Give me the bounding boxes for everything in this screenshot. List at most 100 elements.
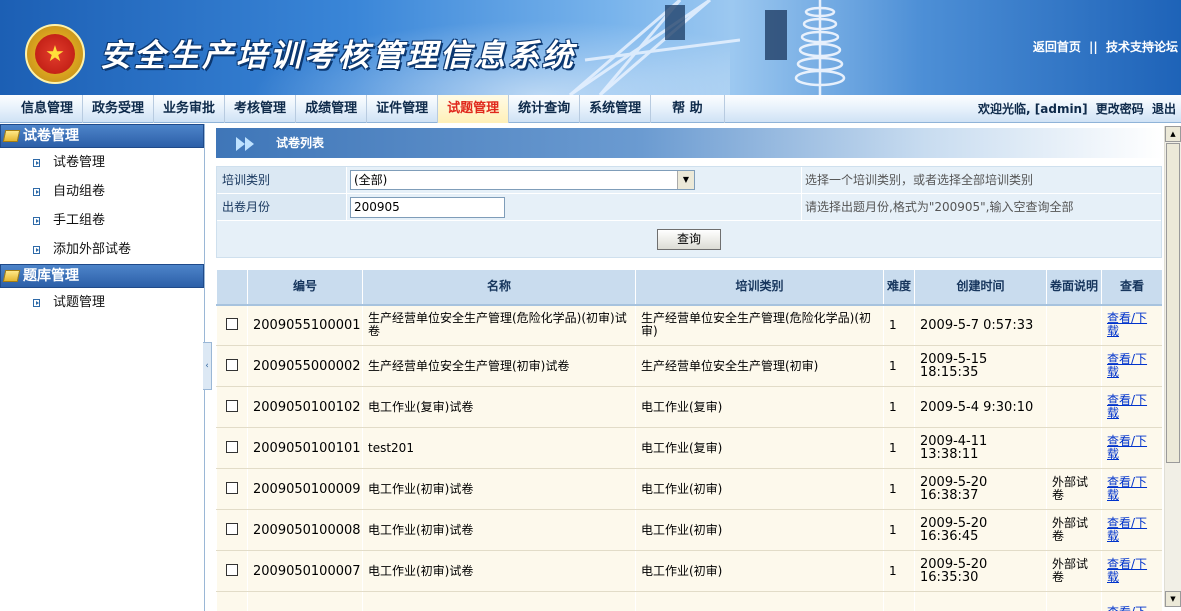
scroll-down-icon[interactable]: ▼ — [1165, 591, 1181, 607]
support-forum-link[interactable]: 技术支持论坛 — [1106, 40, 1178, 54]
cell-id: 2009050100007 — [247, 550, 363, 592]
table-body: 2009055100001 生产经营单位安全生产管理(危险化学品)(初审)试卷 生产… — [216, 304, 1162, 611]
table-row: 2009050100007 电工作业(初审)试卷 电工作业(初审) 1 2009-5-2… — [216, 550, 1162, 592]
menu-exam-management[interactable]: 考核管理 — [225, 95, 297, 123]
paper-table-wrap: 编号 名称 培训类别 难度 创建时间 卷面说明 查看 2009055100001… — [216, 269, 1162, 611]
cell-view: 查看/下载 — [1101, 550, 1162, 592]
view-download-link[interactable]: 查看/下载 — [1107, 516, 1147, 543]
category-hint: 选择一个培训类别，或者选择全部培训类别 — [805, 173, 1034, 187]
panel-title: 试卷列表 — [276, 136, 325, 150]
cell-note: 外部试卷 — [1046, 468, 1102, 510]
bullet-arrow-icon — [33, 299, 40, 307]
view-download-link[interactable]: 查看/下载 — [1107, 475, 1147, 502]
sidebar-item-add-external-paper[interactable]: 添加外部试卷 — [0, 235, 204, 264]
cell-difficulty: 1 — [883, 304, 915, 346]
cell-note — [1046, 386, 1102, 428]
row-checkbox[interactable] — [226, 358, 238, 371]
header-view: 查看 — [1101, 269, 1162, 306]
book-icon — [2, 270, 21, 282]
header-created: 创建时间 — [914, 269, 1047, 306]
menu-score-management[interactable]: 成绩管理 — [296, 95, 368, 123]
cell-name: test201 — [362, 427, 636, 469]
scrollbar-thumb[interactable] — [1166, 143, 1180, 463]
row-checkbox[interactable] — [226, 440, 238, 453]
cell-id — [247, 591, 363, 611]
month-input[interactable]: 200905 — [350, 197, 505, 218]
change-password-link[interactable]: 更改密码 — [1096, 102, 1144, 116]
cell-view: 查看/下载 — [1101, 304, 1162, 346]
view-download-link[interactable]: 查看/下 — [1107, 605, 1147, 611]
menu-question-management[interactable]: 试题管理 — [438, 95, 510, 123]
vertical-scrollbar[interactable]: ▲ ▼ — [1164, 126, 1181, 607]
row-checkbox[interactable] — [226, 481, 238, 494]
cell-note: 外部试卷 — [1046, 550, 1102, 592]
cell-name: 生产经营单位安全生产管理(危险化学品)(初审)试卷 — [362, 304, 636, 346]
bullet-arrow-icon — [33, 188, 40, 196]
sidebar-item-label: 试题管理 — [53, 295, 106, 310]
row-checkbox-cell — [216, 591, 248, 611]
sidebar-item-question-management[interactable]: 试题管理 — [0, 288, 204, 317]
view-download-link[interactable]: 查看/下载 — [1107, 434, 1147, 461]
cell-difficulty: 1 — [883, 550, 915, 592]
menu-help[interactable]: 帮 助 — [651, 95, 725, 123]
cell-created: 2009-5-4 9:30:10 — [914, 386, 1047, 428]
cell-created: 2009-5-15 18:15:35 — [914, 345, 1047, 387]
sidebar-item-auto-compose[interactable]: 自动组卷 — [0, 177, 204, 206]
menu-info-management[interactable]: 信息管理 — [12, 95, 84, 123]
view-download-link[interactable]: 查看/下载 — [1107, 557, 1147, 584]
sidebar-item-paper-management[interactable]: 试卷管理 — [0, 148, 204, 177]
category-select[interactable]: (全部) ▼ — [350, 170, 695, 190]
row-checkbox[interactable] — [226, 522, 238, 535]
sidebar-item-manual-compose[interactable]: 手工组卷 — [0, 206, 204, 235]
menu-system-management[interactable]: 系统管理 — [580, 95, 652, 123]
view-download-link[interactable]: 查看/下载 — [1107, 393, 1147, 420]
menu-statistics-query[interactable]: 统计查询 — [509, 95, 581, 123]
menu-gov-affairs[interactable]: 政务受理 — [83, 95, 155, 123]
row-checkbox[interactable] — [226, 317, 238, 330]
cell-created — [914, 591, 1047, 611]
cell-name: 生产经营单位安全生产管理(初审)试卷 — [362, 345, 636, 387]
cell-created: 2009-4-11 13:38:11 — [914, 427, 1047, 469]
cell-category — [635, 591, 884, 611]
row-checkbox[interactable] — [226, 399, 238, 412]
sidebar-item-label: 自动组卷 — [53, 184, 106, 199]
bullet-arrow-icon — [33, 246, 40, 254]
cell-category: 电工作业(初审) — [635, 468, 884, 510]
dropdown-arrow-icon[interactable]: ▼ — [677, 171, 694, 189]
sidebar-collapse-handle[interactable]: ‹ — [203, 342, 212, 390]
row-checkbox-cell — [216, 345, 248, 387]
cell-id: 2009050100008 — [247, 509, 363, 551]
cell-category: 电工作业(初审) — [635, 550, 884, 592]
query-button[interactable]: 查询 — [656, 228, 721, 250]
welcome-text: 欢迎光临, [admin] — [978, 102, 1088, 116]
filter-row-month: 出卷月份 200905 请选择出题月份,格式为"200905",输入空查询全部 — [217, 194, 1161, 221]
sidebar-group-paper-management[interactable]: 试卷管理 — [0, 124, 204, 148]
cell-note: 外部试卷 — [1046, 509, 1102, 551]
table-row: 2009050100009 电工作业(初审)试卷 电工作业(初审) 1 2009-5-2… — [216, 468, 1162, 510]
bullet-arrow-icon — [33, 217, 40, 225]
cell-id: 2009050100102 — [247, 386, 363, 428]
cell-difficulty: 1 — [883, 386, 915, 428]
row-checkbox-cell — [216, 386, 248, 428]
cell-name — [362, 591, 636, 611]
menu-certificate-management[interactable]: 证件管理 — [367, 95, 439, 123]
cell-view: 查看/下载 — [1101, 509, 1162, 551]
scroll-up-icon[interactable]: ▲ — [1165, 126, 1181, 142]
sidebar-group-title: 题库管理 — [23, 268, 79, 284]
category-select-value: (全部) — [354, 173, 388, 187]
cell-view: 查看/下载 — [1101, 386, 1162, 428]
cell-created: 2009-5-20 16:35:30 — [914, 550, 1047, 592]
month-label: 出卷月份 — [217, 194, 347, 220]
view-download-link[interactable]: 查看/下载 — [1107, 352, 1147, 379]
cell-id: 2009050100101 — [247, 427, 363, 469]
sidebar-group-question-bank[interactable]: 题库管理 — [0, 264, 204, 288]
home-link[interactable]: 返回首页 — [1033, 40, 1081, 54]
logout-link[interactable]: 退出 — [1152, 102, 1176, 116]
cell-id: 2009055100001 — [247, 304, 363, 346]
row-checkbox[interactable] — [226, 563, 238, 576]
cell-category: 电工作业(复审) — [635, 427, 884, 469]
row-checkbox-cell — [216, 468, 248, 510]
menu-business-approval[interactable]: 业务审批 — [154, 95, 226, 123]
cell-created: 2009-5-20 16:38:37 — [914, 468, 1047, 510]
view-download-link[interactable]: 查看/下载 — [1107, 311, 1147, 338]
